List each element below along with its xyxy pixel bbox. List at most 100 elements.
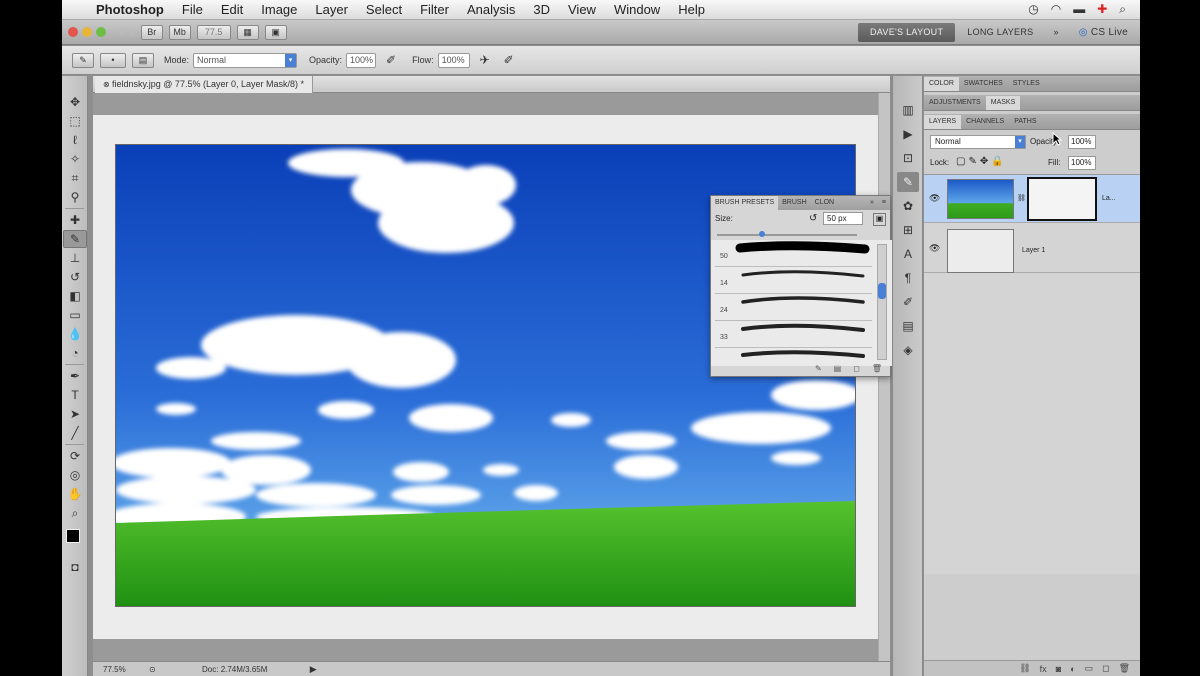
workspace-long-layers[interactable]: LONG LAYERS [955,23,1045,42]
notes-panel-icon[interactable]: ▤ [897,316,919,336]
blend-mode-select[interactable]: Normal ▾ [930,135,1026,149]
layer-opacity-input[interactable]: 100% [1068,135,1096,149]
menu-analysis[interactable]: Analysis [458,2,524,17]
layer-name[interactable]: Layer 1 [1022,247,1045,254]
delete-brush-icon[interactable]: 🗑 [872,364,882,376]
brush-tool-icon[interactable]: ✎ [63,230,87,248]
menu-window[interactable]: Window [605,2,669,17]
tab-layers[interactable]: LAYERS [924,115,962,129]
tab-swatches[interactable]: SWATCHES [959,77,1008,91]
dodge-tool-icon[interactable]: ◔ [63,344,87,362]
workspace-daves-layout[interactable]: DAVE'S LAYOUT [857,22,956,42]
brush-preset-item[interactable]: 14 [715,267,872,294]
fill-input[interactable]: 100% [1068,156,1096,170]
flow-input[interactable]: 100% [437,52,470,68]
line-tool-icon[interactable]: ╱ [63,424,87,442]
eye-icon[interactable]: 👁 [929,193,940,204]
lock-icons[interactable]: ▢✎✥🔒 [956,156,1007,167]
more-workspaces-icon[interactable]: » [1045,23,1066,42]
open-preset-manager-icon[interactable]: ▤ [834,364,842,376]
brush-panel-icon[interactable]: ✿ [897,196,919,216]
type-tool-icon[interactable]: T [63,386,87,404]
mask-link-icon[interactable]: ⛓ [1017,194,1026,202]
3d-orbit-tool-icon[interactable]: ◎ [63,466,87,484]
mode-select[interactable]: Normal ▾ [193,52,298,68]
opacity-input[interactable]: 100% [346,52,377,68]
paragraph-panel-icon[interactable]: ¶ [897,268,919,288]
toggle-brush-panel-icon[interactable]: ▤ [132,52,154,68]
brush-presets-panel-icon[interactable]: ✎ [897,172,919,192]
zoom-readout[interactable]: 77.5% [103,665,139,674]
display-icon[interactable]: ▬ [1073,2,1085,17]
status-menu-icon[interactable]: ⊙ [149,665,156,674]
layer-style-icon[interactable]: fx [1040,664,1047,674]
brush-preset-item[interactable]: 24 [715,294,872,321]
reset-size-icon[interactable]: ↺ [809,213,817,224]
tab-brush-presets[interactable]: BRUSH PRESETS [711,196,779,210]
pressure-size-icon[interactable]: ✐ [504,53,514,67]
healing-brush-tool-icon[interactable]: ✚ [63,211,87,229]
create-new-brush-icon[interactable]: ◻ [853,364,860,376]
quick-mask-icon[interactable]: ◘ [63,558,87,576]
tab-masks[interactable]: MASKS [985,96,1021,110]
eyedropper-tool-icon[interactable]: ⚲ [63,188,87,206]
close-button[interactable] [68,27,78,37]
layer-row-active[interactable]: 👁 ⛓ La... [924,175,1140,223]
menu-file[interactable]: File [173,2,212,17]
lasso-tool-icon[interactable]: ℓ [63,131,87,149]
3d-rotate-tool-icon[interactable]: ⟳ [63,447,87,465]
cs-live-button[interactable]: ◎ CS Live [1067,23,1140,42]
tab-color[interactable]: COLOR [924,77,959,91]
mini-bridge-icon[interactable]: Mb [168,24,191,40]
tab-brush[interactable]: BRUSH [778,196,811,210]
tab-channels[interactable]: CHANNELS [961,115,1009,129]
vertical-scrollbar[interactable] [878,93,890,661]
layer-name[interactable]: La... [1102,195,1116,202]
layer-thumbnail[interactable] [947,179,1014,219]
canvas-area[interactable] [93,93,890,661]
quick-select-tool-icon[interactable]: ✧ [63,150,87,168]
eye-icon[interactable]: 👁 [929,243,940,254]
screen-mode-icon[interactable]: ▣ [264,24,287,40]
brush-size-slider-thumb[interactable] [759,231,765,237]
layer-thumbnail[interactable] [947,229,1014,273]
panel-menu-icon[interactable]: ≡ [878,196,890,210]
navigator-panel-icon[interactable]: ⊡ [897,148,919,168]
tab-paths[interactable]: PATHS [1009,115,1041,129]
foreground-color-swatch[interactable] [66,529,80,543]
menu-image[interactable]: Image [252,2,306,17]
menu-app-name[interactable]: Photoshop [88,2,173,17]
clone-source-panel-icon[interactable]: ⊞ [897,220,919,240]
brush-preset-item[interactable]: 50 [715,240,872,267]
3d-panel-icon[interactable]: ◈ [897,340,919,360]
new-preset-icon[interactable]: ▣ [873,213,886,226]
brush-picker[interactable]: • [100,52,126,68]
blur-tool-icon[interactable]: 💧 [63,325,87,343]
menu-edit[interactable]: Edit [212,2,252,17]
adjustment-layer-icon[interactable]: ◐ [1070,664,1075,674]
tab-clone-source[interactable]: CLON [811,196,838,210]
toggle-bristle-preview-icon[interactable]: ✎ [815,364,822,376]
document-tab[interactable]: ⊗ fieldnsky.jpg @ 77.5% (Layer 0, Layer … [95,76,313,93]
path-select-tool-icon[interactable]: ➤ [63,405,87,423]
actions-panel-icon[interactable]: ▶ [897,124,919,144]
tool-presets-panel-icon[interactable]: ✐ [897,292,919,312]
pressure-opacity-icon[interactable]: ✐ [386,53,396,67]
history-brush-tool-icon[interactable]: ↺ [63,268,87,286]
bridge-icon[interactable]: Br [140,24,163,40]
menu-layer[interactable]: Layer [306,2,357,17]
crop-tool-icon[interactable]: ⌗ [63,169,87,187]
tab-adjustments[interactable]: ADJUSTMENTS [924,96,986,110]
menu-select[interactable]: Select [357,2,411,17]
clone-stamp-tool-icon[interactable]: ⊥ [63,249,87,267]
brush-size-slider[interactable] [717,231,857,237]
marquee-tool-icon[interactable]: ⬚ [63,112,87,130]
input-flag-icon[interactable]: ✚ [1097,2,1107,17]
zoom-button[interactable] [96,27,106,37]
minimize-button[interactable] [82,27,92,37]
layer-mask-thumbnail[interactable] [1027,177,1097,221]
new-group-icon[interactable]: ▭ [1085,663,1094,674]
time-machine-icon[interactable]: ◷ [1028,2,1038,17]
zoom-level-select[interactable]: 77.5 [196,24,231,40]
brush-preset-item[interactable]: 33 [715,321,872,348]
